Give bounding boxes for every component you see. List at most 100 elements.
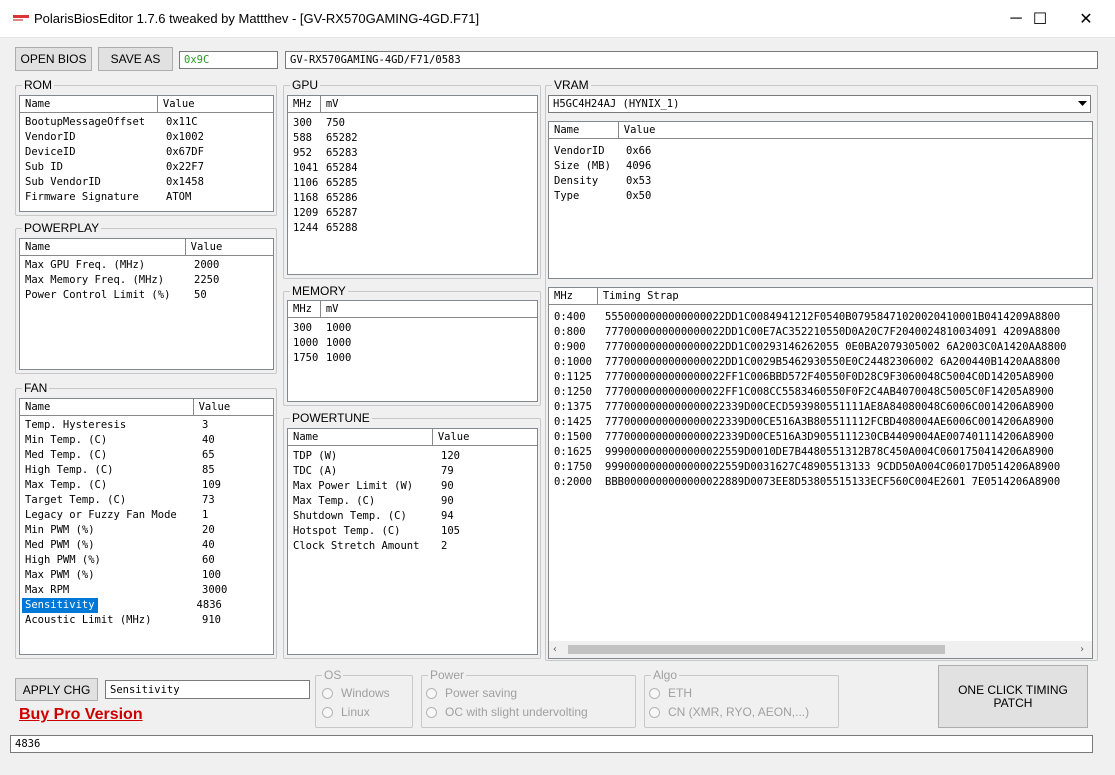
list-item[interactable]: Clock Stretch Amount 2 — [288, 539, 537, 554]
list-item[interactable]: 300 750 — [288, 116, 537, 131]
fan-list[interactable]: Name Value Temp. Hysteresis 3 Min Temp. (… — [19, 398, 274, 655]
column-header-timing-strap[interactable]: Timing Strap — [598, 288, 1092, 304]
list-item[interactable]: Hotspot Temp. (C) 105 — [288, 524, 537, 539]
list-item[interactable]: 588 65282 — [288, 131, 537, 146]
edit-name-field[interactable]: Sensitivity — [105, 680, 310, 699]
list-item[interactable]: Power Control Limit (%) 50 — [20, 288, 273, 303]
list-item[interactable]: Min Temp. (C) 40 — [20, 433, 273, 448]
list-item[interactable]: Med Temp. (C) 65 — [20, 448, 273, 463]
list-item-selected[interactable]: Sensitivity 4836 — [20, 598, 273, 613]
list-item[interactable]: BootupMessageOffset 0x11C — [20, 115, 273, 130]
vram-info-list[interactable]: Name Value VendorID 0x66 Size (MB) 4096 De… — [548, 121, 1093, 279]
list-item[interactable]: Shutdown Temp. (C) 94 — [288, 509, 537, 524]
list-item[interactable]: 1168 65286 — [288, 191, 537, 206]
algo-eth-radio[interactable]: ETH — [649, 684, 692, 702]
close-button[interactable]: ✕ — [1063, 0, 1109, 38]
list-item[interactable]: Max Temp. (C) 90 — [288, 494, 537, 509]
list-item[interactable]: Firmware Signature ATOM — [20, 190, 273, 205]
os-linux-radio[interactable]: Linux — [322, 703, 370, 721]
timing-row[interactable]: 0:400 5550000000000000022DD1C0084941212F0… — [549, 310, 1092, 325]
list-item[interactable]: 1106 65285 — [288, 176, 537, 191]
column-header-value[interactable]: Value — [158, 96, 273, 112]
list-item[interactable]: VendorID 0x66 — [549, 144, 1092, 159]
list-item[interactable]: Type 0x50 — [549, 189, 1092, 204]
list-item[interactable]: Med PWM (%) 40 — [20, 538, 273, 553]
powerplay-list[interactable]: Name Value Max GPU Freq. (MHz) 2000 Max M… — [19, 238, 274, 370]
list-item[interactable]: Max RPM 3000 — [20, 583, 273, 598]
timing-row[interactable]: 0:2000 BBB0000000000000022889D0073EE8D538… — [549, 475, 1092, 490]
timing-row[interactable]: 0:1500 7770000000000000022339D00CE516A3D9… — [549, 430, 1092, 445]
timing-row[interactable]: 0:1625 9990000000000000022559D0010DE7B448… — [549, 445, 1092, 460]
algo-cn-radio[interactable]: CN (XMR, RYO, AEON,...) — [649, 703, 809, 721]
list-item[interactable]: Acoustic Limit (MHz) 910 — [20, 613, 273, 628]
timing-row[interactable]: 0:800 7770000000000000022DD1C00E7AC352210… — [549, 325, 1092, 340]
column-header-value[interactable]: Value — [186, 239, 273, 255]
list-item[interactable]: Max Memory Freq. (MHz) 2250 — [20, 273, 273, 288]
timing-strap-list[interactable]: MHz Timing Strap 0:400 555000000000000002… — [548, 287, 1093, 659]
list-item[interactable]: Max GPU Freq. (MHz) 2000 — [20, 258, 273, 273]
list-item[interactable]: 300 1000 — [288, 321, 537, 336]
column-header-value[interactable]: Value — [194, 399, 273, 415]
maximize-button[interactable]: ☐ — [1017, 0, 1063, 38]
timing-row[interactable]: 0:1750 9990000000000000022559D0031627C489… — [549, 460, 1092, 475]
horizontal-scrollbar[interactable]: ‹ › — [549, 641, 1092, 658]
gpu-list[interactable]: MHz mV 300 750 588 65282 952 65283 1041 6528… — [287, 95, 538, 275]
memory-list[interactable]: MHz mV 300 1000 1000 1000 1750 1000 — [287, 300, 538, 402]
one-click-timing-patch-button[interactable]: ONE CLICK TIMING PATCH — [938, 665, 1088, 728]
list-item[interactable]: 1750 1000 — [288, 351, 537, 366]
timing-row[interactable]: 0:900 7770000000000000022DD1C002931462620… — [549, 340, 1092, 355]
list-item[interactable]: VendorID 0x1002 — [20, 130, 273, 145]
column-header-mhz[interactable]: MHz — [288, 96, 321, 112]
scroll-right-icon[interactable]: › — [1079, 645, 1087, 655]
bios-name-field[interactable]: GV-RX570GAMING-4GD/F71/0583 — [285, 51, 1098, 69]
checksum-field[interactable]: 0x9C — [179, 51, 278, 69]
list-item[interactable]: Target Temp. (C) 73 — [20, 493, 273, 508]
buy-pro-link[interactable]: Buy Pro Version — [19, 706, 143, 724]
list-item[interactable]: 952 65283 — [288, 146, 537, 161]
list-item[interactable]: TDP (W) 120 — [288, 449, 537, 464]
column-header-name[interactable]: Name — [549, 122, 619, 138]
save-as-button[interactable]: SAVE AS — [98, 47, 173, 71]
list-item[interactable]: Legacy or Fuzzy Fan Mode 1 — [20, 508, 273, 523]
list-item[interactable]: Max PWM (%) 100 — [20, 568, 273, 583]
column-header-mv[interactable]: mV — [321, 301, 537, 317]
column-header-value[interactable]: Value — [619, 122, 1092, 138]
list-item[interactable]: Temp. Hysteresis 3 — [20, 418, 273, 433]
power-saving-radio[interactable]: Power saving — [426, 684, 517, 702]
timing-row[interactable]: 0:1125 7770000000000000022FF1C006BBD572F4… — [549, 370, 1092, 385]
list-item[interactable]: Max Temp. (C) 109 — [20, 478, 273, 493]
apply-changes-button[interactable]: APPLY CHG — [15, 678, 98, 701]
rom-list[interactable]: Name Value BootupMessageOffset 0x11C Vend… — [19, 95, 274, 212]
dropdown-arrow-icon[interactable] — [1075, 96, 1090, 112]
list-item[interactable]: 1209 65287 — [288, 206, 537, 221]
open-bios-button[interactable]: OPEN BIOS — [15, 47, 92, 71]
list-item[interactable]: High PWM (%) 60 — [20, 553, 273, 568]
column-header-name[interactable]: Name — [20, 96, 158, 112]
list-item[interactable]: DeviceID 0x67DF — [20, 145, 273, 160]
vram-chip-select[interactable]: H5GC4H24AJ (HYNIX_1) — [548, 95, 1091, 113]
scroll-left-icon[interactable]: ‹ — [552, 645, 560, 655]
timing-row[interactable]: 0:1250 7770000000000000022FF1C008CC558346… — [549, 385, 1092, 400]
column-header-mhz[interactable]: MHz — [549, 288, 598, 304]
timing-row[interactable]: 0:1425 7770000000000000022339D00CE516A3B8… — [549, 415, 1092, 430]
list-item[interactable]: Min PWM (%) 20 — [20, 523, 273, 538]
list-item[interactable]: High Temp. (C) 85 — [20, 463, 273, 478]
list-item[interactable]: 1041 65284 — [288, 161, 537, 176]
list-item[interactable]: 1000 1000 — [288, 336, 537, 351]
list-item[interactable]: Size (MB) 4096 — [549, 159, 1092, 174]
column-header-value[interactable]: Value — [433, 429, 537, 445]
timing-row[interactable]: 0:1000 7770000000000000022DD1C0029B546293… — [549, 355, 1092, 370]
list-item[interactable]: Max Power Limit (W) 90 — [288, 479, 537, 494]
list-item[interactable]: Sub ID 0x22F7 — [20, 160, 273, 175]
list-item[interactable]: Density 0x53 — [549, 174, 1092, 189]
powertune-list[interactable]: Name Value TDP (W) 120 TDC (A) 79 Max Powe… — [287, 428, 538, 655]
column-header-name[interactable]: Name — [20, 239, 186, 255]
list-item[interactable]: TDC (A) 79 — [288, 464, 537, 479]
column-header-mhz[interactable]: MHz — [288, 301, 321, 317]
column-header-name[interactable]: Name — [20, 399, 194, 415]
list-item[interactable]: Sub VendorID 0x1458 — [20, 175, 273, 190]
oc-undervolting-radio[interactable]: OC with slight undervolting — [426, 703, 588, 721]
scrollbar-thumb[interactable] — [568, 645, 945, 654]
list-item[interactable]: 1244 65288 — [288, 221, 537, 236]
edit-value-field[interactable]: 4836 — [10, 735, 1093, 753]
